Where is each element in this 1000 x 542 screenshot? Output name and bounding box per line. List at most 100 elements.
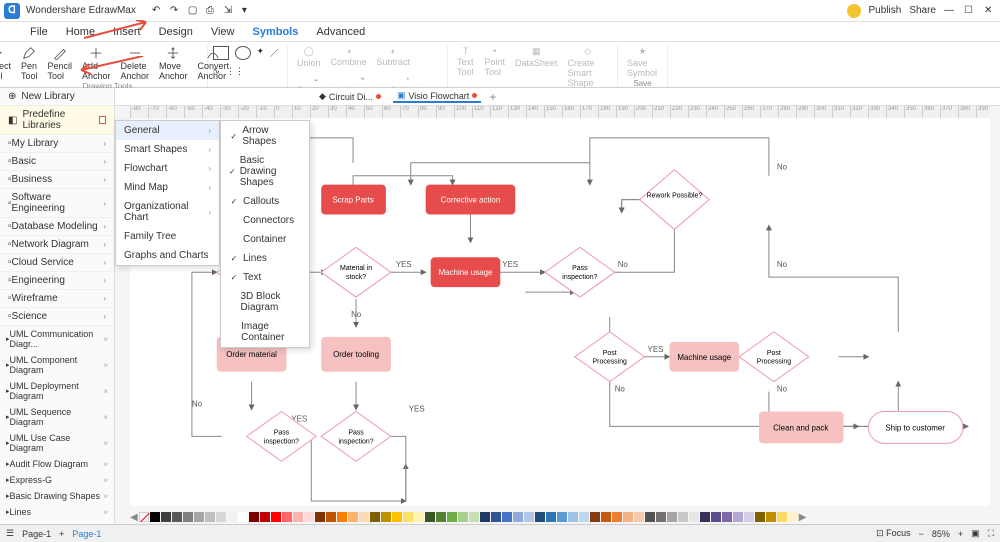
color-swatch[interactable] [557, 512, 567, 522]
save-icon[interactable]: ⎙ [206, 5, 218, 17]
redo-icon[interactable]: ↷ [170, 5, 182, 17]
color-swatch[interactable] [590, 512, 600, 522]
color-swatch[interactable] [524, 512, 534, 522]
dropdown-check-item[interactable]: ✓Lines [221, 249, 309, 268]
color-swatch[interactable] [260, 512, 270, 522]
color-swatch[interactable] [777, 512, 787, 522]
ellipse-shape-button[interactable] [235, 46, 251, 60]
color-swatch[interactable] [689, 512, 699, 522]
new-library-button[interactable]: ⊕ New Library [0, 88, 114, 106]
accordion-basic[interactable]: ▫ Basic› [0, 153, 114, 171]
menu-symbols[interactable]: Symbols [253, 26, 299, 38]
dropdown-check-item[interactable]: Image Container [221, 317, 309, 347]
dropdown-item[interactable]: General› [116, 121, 219, 140]
zoom-out-button[interactable]: − [919, 529, 924, 539]
move-anchor-button[interactable]: Move Anchor [156, 45, 191, 82]
color-swatch[interactable] [667, 512, 677, 522]
color-swatch[interactable] [458, 512, 468, 522]
library-item[interactable]: ▸ Lines× [0, 504, 114, 520]
color-swatch[interactable] [535, 512, 545, 522]
color-swatch[interactable] [788, 512, 798, 522]
color-swatch[interactable] [194, 512, 204, 522]
accordion-my-library[interactable]: ▫ My Library› [0, 135, 114, 153]
color-swatch[interactable] [282, 512, 292, 522]
accordion-network-diagram[interactable]: ▫ Network Diagram› [0, 236, 114, 254]
line-shape-button[interactable]: ／ [270, 46, 279, 60]
remove-library-icon[interactable]: × [103, 361, 108, 370]
accordion-business[interactable]: ▫ Business› [0, 171, 114, 189]
accordion-science[interactable]: ▫ Science› [0, 308, 114, 326]
color-swatch[interactable] [722, 512, 732, 522]
page-list-icon[interactable]: ☰ [6, 528, 14, 539]
qat-more-icon[interactable]: ▾ [242, 5, 254, 17]
color-swatch[interactable] [381, 512, 391, 522]
tab-visio[interactable]: ▣Visio Flowchart [393, 90, 481, 103]
dropdown-check-item[interactable]: 3D Block Diagram [221, 287, 309, 317]
page-tab[interactable]: Page-1 [22, 529, 51, 539]
dropdown-item[interactable]: Organizational Chart› [116, 197, 219, 227]
dropdown-check-item[interactable]: ✓Text [221, 268, 309, 287]
dotgrid-shape-button[interactable]: ⋮⋮ [226, 66, 244, 77]
library-item[interactable]: ▸ UML Use Case Diagram× [0, 430, 114, 456]
remove-library-icon[interactable]: × [103, 476, 108, 485]
menu-file[interactable]: File [30, 26, 48, 38]
rect-shape-button[interactable] [213, 46, 229, 60]
color-swatch[interactable] [359, 512, 369, 522]
accordion-wireframe[interactable]: ▫ Wireframe› [0, 290, 114, 308]
color-swatch[interactable] [502, 512, 512, 522]
color-swatch[interactable] [293, 512, 303, 522]
color-swatch[interactable] [183, 512, 193, 522]
menu-view[interactable]: View [211, 26, 235, 38]
export-icon[interactable]: ⇲ [224, 5, 236, 17]
color-swatch[interactable] [337, 512, 347, 522]
color-swatch[interactable] [579, 512, 589, 522]
dropdown-check-item[interactable]: ✓Basic Drawing Shapes [221, 151, 309, 192]
remove-library-icon[interactable]: × [103, 492, 108, 501]
accordion-software-engineering[interactable]: ▫ Software Engineering› [0, 189, 114, 218]
user-avatar-icon[interactable] [847, 4, 861, 18]
color-swatch[interactable] [645, 512, 655, 522]
menu-advanced[interactable]: Advanced [316, 26, 365, 38]
color-swatch[interactable] [601, 512, 611, 522]
color-swatch[interactable] [623, 512, 633, 522]
color-swatch[interactable] [315, 512, 325, 522]
color-swatch[interactable] [744, 512, 754, 522]
color-swatch[interactable] [238, 512, 248, 522]
zoom-in-button[interactable]: + [958, 529, 963, 539]
color-swatch[interactable] [216, 512, 226, 522]
library-item[interactable]: ▸ UML Communication Diagr...× [0, 326, 114, 352]
publish-button[interactable]: Publish [869, 5, 902, 16]
delete-anchor-button[interactable]: Delete Anchor [118, 45, 153, 82]
color-swatch[interactable] [436, 512, 446, 522]
remove-library-icon[interactable]: × [103, 387, 108, 396]
dropdown-check-item[interactable]: Connectors [221, 211, 309, 230]
fit-page-icon[interactable]: ▣ [971, 528, 980, 539]
remove-library-icon[interactable]: × [103, 335, 108, 344]
color-swatch[interactable] [711, 512, 721, 522]
maximize-icon[interactable]: ☐ [964, 5, 976, 17]
library-item[interactable]: ▸ UML Component Diagram× [0, 352, 114, 378]
focus-mode-button[interactable]: ⊡ Focus [876, 528, 911, 539]
color-swatch[interactable] [348, 512, 358, 522]
menu-home[interactable]: Home [66, 26, 95, 38]
color-swatch[interactable] [491, 512, 501, 522]
remove-library-icon[interactable]: × [103, 508, 108, 517]
dropdown-check-item[interactable]: ✓Callouts [221, 192, 309, 211]
menu-design[interactable]: Design [159, 26, 193, 38]
color-swatch[interactable] [513, 512, 523, 522]
remove-library-icon[interactable]: × [103, 460, 108, 469]
color-swatch[interactable] [612, 512, 622, 522]
library-item[interactable]: ▸ Express-G× [0, 472, 114, 488]
open-icon[interactable]: ▢ [188, 5, 200, 17]
share-button[interactable]: Share [909, 5, 936, 16]
color-swatch[interactable] [370, 512, 380, 522]
color-swatch[interactable] [700, 512, 710, 522]
minimize-icon[interactable]: — [944, 5, 956, 17]
dropdown-item[interactable]: Family Tree [116, 227, 219, 246]
color-swatch[interactable] [425, 512, 435, 522]
color-swatch[interactable] [271, 512, 281, 522]
color-swatch[interactable] [161, 512, 171, 522]
color-swatch[interactable] [678, 512, 688, 522]
accordion-engineering[interactable]: ▫ Engineering› [0, 272, 114, 290]
color-swatch[interactable] [403, 512, 413, 522]
